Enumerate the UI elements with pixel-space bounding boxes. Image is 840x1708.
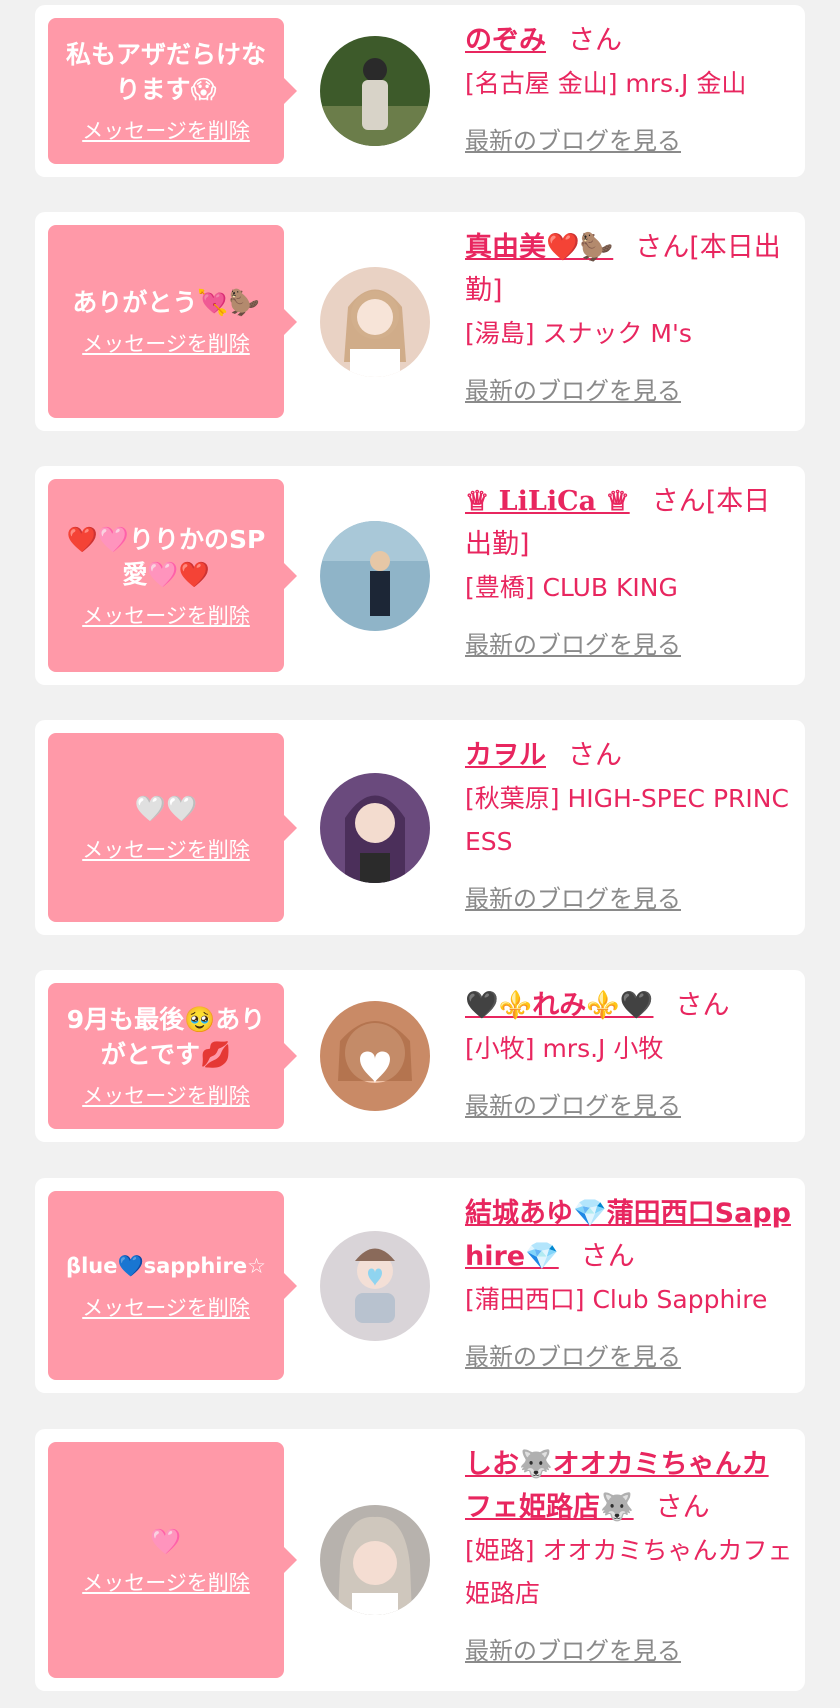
message-bubble: 🤍🤍 メッセージを削除	[48, 733, 297, 922]
san-suffix: さん	[580, 1241, 635, 1272]
message-text: 9月も最後🥹ありがとです💋	[66, 1005, 266, 1069]
delete-message-link[interactable]: メッセージを削除	[82, 1292, 250, 1322]
message-bubble: 私もアザだらけなります😱 メッセージを削除	[48, 18, 297, 164]
message-bubble: βlue💙sapphire☆ メッセージを削除	[48, 1191, 297, 1380]
latest-blog-link[interactable]: 最新のブログを見る	[465, 121, 681, 156]
message-bubble: ❤️🩷りりかのSP愛🩷❤️ メッセージを削除	[48, 479, 297, 672]
avatar[interactable]	[320, 773, 430, 883]
san-suffix: さん	[568, 740, 622, 771]
latest-blog-link[interactable]: 最新のブログを見る	[465, 1631, 681, 1666]
message-text: ❤️🩷りりかのSP愛🩷❤️	[66, 524, 266, 589]
san-suffix: さん	[655, 1492, 710, 1523]
message-bubble: 9月も最後🥹ありがとです💋 メッセージを削除	[48, 983, 297, 1129]
latest-blog-link[interactable]: 最新のブログを見る	[465, 1086, 681, 1121]
message-card: βlue💙sapphire☆ メッセージを削除 結城あゆ💎蒲田西口Sapphir…	[35, 1178, 805, 1393]
avatar[interactable]	[320, 267, 430, 377]
delete-message-link[interactable]: メッセージを削除	[82, 600, 250, 630]
name-line: しお🐺オオカミちゃんカフェ姫路店🐺 さん	[465, 1443, 795, 1529]
delete-message-link[interactable]: メッセージを削除	[82, 115, 250, 145]
shop-text: [豊橋] CLUB KING	[465, 573, 678, 602]
cast-name-link[interactable]: 🖤⚜️れみ⚜️🖤	[465, 990, 653, 1021]
shop-text: [秋葉原] HIGH-SPEC PRINCESS	[465, 784, 789, 856]
avatar[interactable]	[320, 36, 430, 146]
name-line: カヲル さん	[465, 734, 795, 777]
san-suffix: さん	[651, 486, 706, 517]
name-line: 🖤⚜️れみ⚜️🖤 さん	[465, 984, 795, 1027]
message-card: 私もアザだらけなります😱 メッセージを削除 のぞみ さん [名古屋 金山] mrs…	[35, 5, 805, 177]
shop-text: [名古屋 金山] mrs.J 金山	[465, 69, 747, 98]
latest-blog-link[interactable]: 最新のブログを見る	[465, 371, 681, 406]
shop-text: [小牧] mrs.J 小牧	[465, 1034, 664, 1063]
name-line: 真由美❤️🦫 さん[本日出勤]	[465, 226, 795, 312]
avatar[interactable]	[320, 521, 430, 631]
cast-name-link[interactable]: 真由美❤️🦫	[465, 232, 613, 263]
message-text: 🤍🤍	[134, 794, 198, 823]
message-card: ありがとう💘🦫 メッセージを削除 真由美❤️🦫 さん[本日出勤] [湯島] スナッ…	[35, 212, 805, 431]
message-card: 9月も最後🥹ありがとです💋 メッセージを削除 🖤⚜️れみ⚜️🖤 さん [小牧] m…	[35, 970, 805, 1142]
message-card: 🤍🤍 メッセージを削除 カヲル さん [秋葉原] HIGH-SPEC PRINCE…	[35, 720, 805, 935]
shop-text: [姫路] オオカミちゃんカフェ姫路店	[465, 1536, 793, 1608]
name-line: のぞみ さん	[465, 19, 795, 62]
message-card: 🩷 メッセージを削除 しお🐺オオカミちゃんカフェ姫路店🐺 さん [姫路] オオカミ…	[35, 1429, 805, 1691]
cast-name-link[interactable]: カヲル	[465, 740, 546, 771]
cast-name-link[interactable]: のぞみ	[465, 25, 546, 56]
avatar[interactable]	[320, 1505, 430, 1615]
name-line: 結城あゆ💎蒲田西口Sapphire💎 さん	[465, 1192, 795, 1278]
name-line: ♕ LiLiCa ♕ さん[本日出勤]	[465, 480, 795, 566]
cast-name-link[interactable]: しお🐺オオカミちゃんカフェ姫路店🐺	[465, 1449, 769, 1523]
san-suffix: さん	[568, 25, 622, 56]
message-list: 私もアザだらけなります😱 メッセージを削除 のぞみ さん [名古屋 金山] mrs…	[0, 0, 840, 1708]
delete-message-link[interactable]: メッセージを削除	[82, 328, 250, 358]
avatar[interactable]	[320, 1001, 430, 1111]
latest-blog-link[interactable]: 最新のブログを見る	[465, 1337, 681, 1372]
delete-message-link[interactable]: メッセージを削除	[82, 1080, 250, 1110]
message-bubble: ありがとう💘🦫 メッセージを削除	[48, 225, 297, 418]
delete-message-link[interactable]: メッセージを削除	[82, 1567, 250, 1597]
latest-blog-link[interactable]: 最新のブログを見る	[465, 625, 681, 660]
message-text: ありがとう💘🦫	[72, 288, 260, 317]
san-suffix: さん	[635, 232, 690, 263]
shop-text: [湯島] スナック M's	[465, 319, 692, 348]
message-text: 🩷	[150, 1526, 182, 1556]
message-bubble: 🩷 メッセージを削除	[48, 1442, 297, 1678]
san-suffix: さん	[675, 990, 730, 1021]
latest-blog-link[interactable]: 最新のブログを見る	[465, 879, 681, 914]
message-card: ❤️🩷りりかのSP愛🩷❤️ メッセージを削除 ♕ LiLiCa ♕ さん[本日出勤…	[35, 466, 805, 685]
avatar[interactable]	[320, 1231, 430, 1341]
message-text: 私もアザだらけなります😱	[65, 40, 266, 104]
delete-message-link[interactable]: メッセージを削除	[82, 834, 250, 864]
message-text: βlue💙sapphire☆	[66, 1254, 266, 1278]
shop-text: [蒲田西口] Club Sapphire	[465, 1285, 768, 1314]
cast-name-link[interactable]: ♕ LiLiCa ♕	[465, 486, 630, 517]
